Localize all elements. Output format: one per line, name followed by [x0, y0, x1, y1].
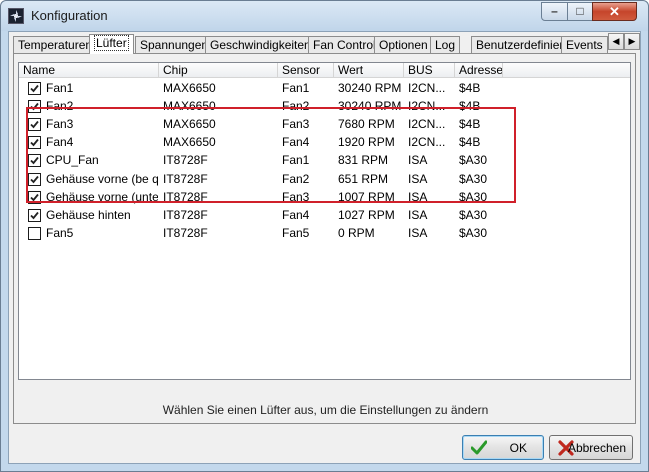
maximize-icon: □ — [576, 4, 584, 18]
fan-app-icon — [8, 8, 24, 24]
tab-scroll-left-button[interactable]: ◀ — [608, 33, 624, 50]
checkmark-icon — [30, 84, 39, 93]
arrow-right-icon: ▶ — [628, 36, 636, 46]
config-window: Konfiguration – □ ✕ Temperaturen Lüfter … — [0, 0, 649, 472]
tab-panel-luefter: Name Chip Sensor Wert BUS Adresse Fan1 MA… — [13, 53, 636, 424]
cell-sensor: Fan5 — [282, 225, 310, 240]
cell-adresse: $A30 — [459, 225, 488, 240]
hint-text: Wählen Sie einen Lüfter aus, um die Eins… — [162, 403, 489, 417]
minimize-icon: – — [551, 4, 558, 18]
table-row[interactable]: Gehäuse hinten IT8728F Fan4 1027 RPM ISA $A30 — [19, 206, 630, 224]
cancel-label: Abbrechen — [567, 441, 626, 455]
tab-spannungen[interactable]: Spannungen — [135, 36, 214, 53]
tab-temperaturen[interactable]: Temperaturen — [13, 36, 98, 53]
close-icon: ✕ — [609, 4, 620, 19]
column-header-name[interactable]: Name — [19, 63, 159, 78]
cell-name: Gehäuse hinten — [46, 207, 131, 222]
cell-name: Fan5 — [46, 225, 74, 240]
table-row[interactable]: Fan1 MAX6650 Fan1 30240 RPM I2CN... $4B — [19, 79, 630, 97]
cell-chip: IT8728F — [163, 225, 208, 240]
tab-optionen[interactable]: Optionen — [374, 36, 433, 53]
ok-button[interactable]: OK — [462, 435, 544, 460]
minimize-button[interactable]: – — [541, 2, 568, 21]
column-header-adresse[interactable]: Adresse — [455, 63, 503, 78]
list-header: Name Chip Sensor Wert BUS Adresse — [19, 63, 630, 78]
cell-bus: ISA — [408, 207, 428, 222]
cancel-button[interactable]: Abbrechen — [549, 435, 633, 460]
cell-name: Fan1 — [46, 81, 74, 95]
close-button[interactable]: ✕ — [592, 2, 637, 21]
cell-wert: 30240 RPM — [338, 81, 402, 95]
cell-chip: IT8728F — [163, 207, 208, 222]
tab-geschwindigkeiten[interactable]: Geschwindigkeiten — [205, 36, 316, 53]
cell-adresse: $A30 — [459, 207, 488, 222]
tab-scroll-right-button[interactable]: ▶ — [624, 33, 640, 50]
window-title: Konfiguration — [31, 8, 108, 23]
tab-events[interactable]: Events — [561, 36, 608, 53]
row-checkbox[interactable] — [28, 208, 41, 222]
tab-fan-control[interactable]: Fan Control — [308, 36, 381, 53]
tab-benutzerdefiniert[interactable]: Benutzerdefiniert — [471, 36, 572, 53]
row-checkbox[interactable] — [28, 226, 41, 240]
cell-bus: I2CN... — [408, 81, 446, 95]
table-row[interactable]: Fan5 IT8728F Fan5 0 RPM ISA $A30 — [19, 224, 630, 242]
maximize-button[interactable]: □ — [567, 2, 593, 21]
title-bar[interactable]: Konfiguration – □ ✕ — [1, 1, 648, 31]
cell-sensor: Fan4 — [282, 207, 310, 222]
column-header-sensor[interactable]: Sensor — [278, 63, 334, 78]
tab-luefter[interactable]: Lüfter — [89, 34, 134, 54]
cell-wert: 1027 RPM — [338, 207, 395, 222]
cell-adresse: $4B — [459, 81, 481, 95]
cell-sensor: Fan1 — [282, 81, 310, 95]
row-checkbox[interactable] — [28, 82, 41, 95]
checkmark-icon — [30, 211, 39, 220]
dialog-body: Temperaturen Lüfter Spannungen Geschwind… — [8, 31, 641, 464]
cell-wert: 0 RPM — [338, 225, 375, 240]
highlight-box — [26, 107, 516, 203]
tab-log[interactable]: Log — [430, 36, 461, 53]
column-header-chip[interactable]: Chip — [159, 63, 278, 78]
column-header-bus[interactable]: BUS — [404, 63, 455, 78]
ok-label: OK — [509, 441, 527, 455]
arrow-left-icon: ◀ — [612, 36, 620, 46]
column-header-wert[interactable]: Wert — [334, 63, 404, 78]
cell-bus: ISA — [408, 225, 428, 240]
cell-chip: MAX6650 — [163, 81, 216, 95]
tab-strip: Temperaturen Lüfter Spannungen Geschwind… — [13, 34, 608, 54]
